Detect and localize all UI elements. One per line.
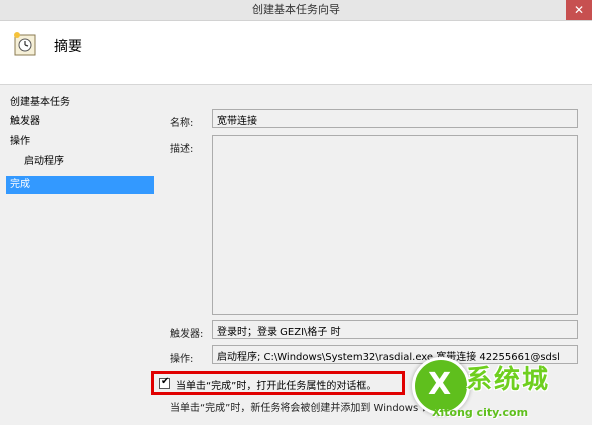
name-label: 名称: <box>170 118 194 129</box>
watermark-brand: 系统城 <box>466 365 551 395</box>
step-start-program[interactable]: 启动程序 <box>6 153 154 171</box>
trigger-field[interactable]: 登录时；登录 GEZI\格子 时 <box>212 320 578 339</box>
description-label: 描述: <box>170 144 194 155</box>
name-field[interactable]: 宽带连接 <box>212 109 578 128</box>
open-properties-checkbox[interactable]: ✔ <box>159 376 170 389</box>
page-title: 摘要 <box>54 39 82 55</box>
step-create-basic-task[interactable]: 创建基本任务 <box>6 94 154 112</box>
step-trigger[interactable]: 触发器 <box>6 113 154 131</box>
description-field[interactable] <box>212 135 578 315</box>
action-label: 操作: <box>170 354 194 365</box>
checkmark-icon: ✔ <box>161 376 170 387</box>
open-properties-highlight: ✔ 当单击“完成”时，打开此任务属性的对话框。 <box>151 371 405 395</box>
watermark-glyph: X <box>428 367 452 402</box>
open-properties-label[interactable]: 当单击“完成”时，打开此任务属性的对话框。 <box>176 377 376 392</box>
window-title: 创建基本任务向导 <box>252 3 340 16</box>
site-watermark: X 系统城 Xitong city.com <box>412 353 592 425</box>
clock-task-icon <box>14 32 36 56</box>
watermark-url: Xitong city.com <box>432 406 529 419</box>
step-finish[interactable]: 完成 <box>6 176 154 194</box>
trigger-label: 触发器: <box>170 329 204 340</box>
close-button[interactable]: ✕ <box>566 0 592 20</box>
wizard-steps: 创建基本任务 触发器 操作 启动程序 完成 <box>0 85 162 425</box>
step-action[interactable]: 操作 <box>6 133 154 151</box>
title-bar: 创建基本任务向导 ✕ <box>0 0 592 21</box>
wizard-header: 摘要 <box>0 21 592 85</box>
